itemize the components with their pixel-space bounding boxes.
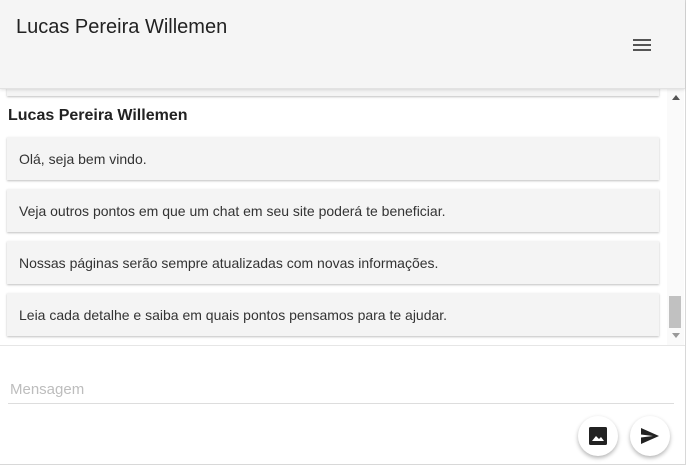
message-bubble: Olá, seja bem vindo. — [7, 137, 659, 180]
message-bubble: Veja outros pontos em que um chat em seu… — [7, 189, 659, 232]
image-icon — [589, 427, 607, 445]
scrollbar[interactable] — [667, 88, 684, 345]
previous-message-card — [7, 88, 659, 96]
message-bubble: Nossas páginas serão sempre atualizadas … — [7, 241, 659, 284]
send-icon — [641, 428, 659, 444]
scroll-up-arrow-icon[interactable] — [672, 95, 680, 100]
page-title: Lucas Pereira Willemen — [16, 16, 228, 38]
attach-image-button[interactable] — [578, 416, 618, 456]
scrollbar-thumb[interactable] — [669, 296, 681, 328]
scroll-down-arrow-icon[interactable] — [672, 333, 680, 338]
chat-header: Lucas Pereira Willemen — [0, 0, 685, 89]
chat-window: Lucas Pereira Willemen Lucas Pereira Wil… — [0, 0, 686, 465]
send-button[interactable] — [630, 416, 670, 456]
message-bubble: Leia cada detalhe e saiba em quais ponto… — [7, 293, 659, 336]
composer — [0, 346, 685, 464]
menu-icon — [633, 39, 651, 51]
menu-button[interactable] — [626, 30, 658, 60]
message-list[interactable]: Lucas Pereira Willemen Olá, seja bem vin… — [0, 88, 685, 346]
message-input[interactable] — [8, 376, 674, 404]
sender-name: Lucas Pereira Willemen — [8, 107, 188, 124]
